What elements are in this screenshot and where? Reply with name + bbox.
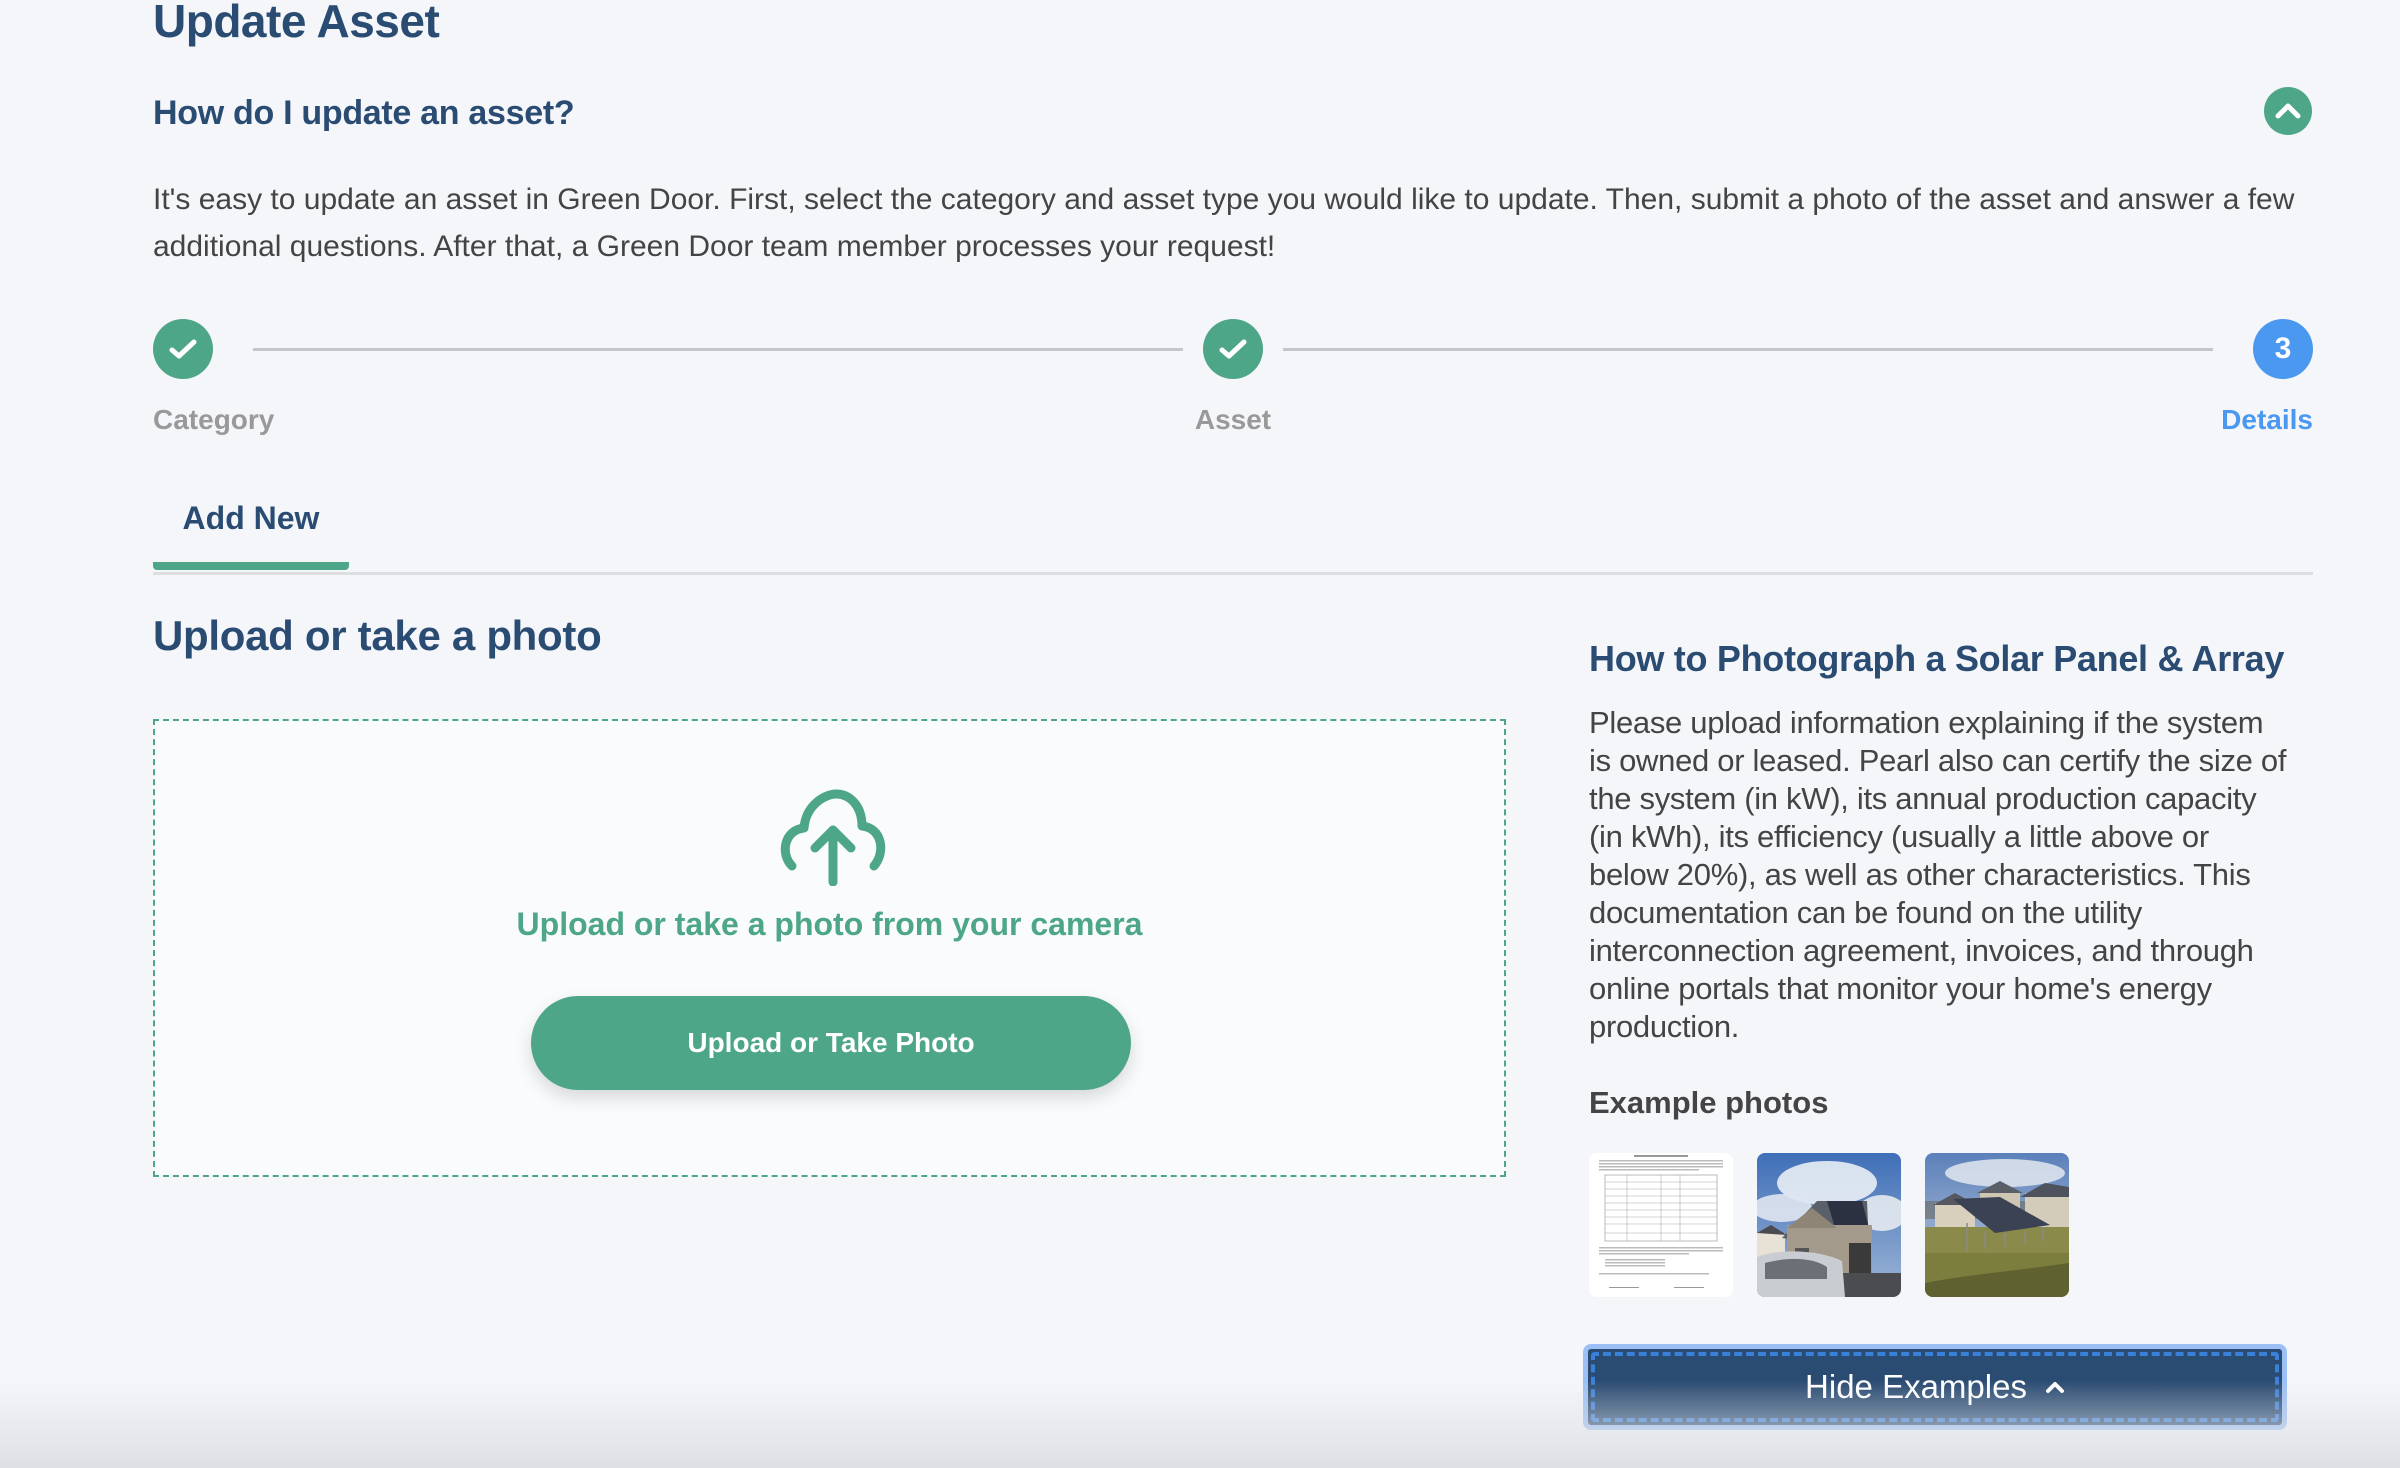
step-asset bbox=[1203, 319, 1263, 379]
tab-add-new[interactable]: Add New bbox=[153, 500, 349, 537]
page-title: Update Asset bbox=[153, 0, 440, 47]
tab-divider bbox=[153, 572, 2313, 575]
examples-title: Example photos bbox=[1589, 1085, 1829, 1120]
hide-examples-label: Hide Examples bbox=[1805, 1368, 2027, 1405]
ground-array-thumbnail bbox=[1925, 1153, 2069, 1297]
chevron-up-icon bbox=[2275, 103, 2301, 119]
upload-photo-button[interactable]: Upload or Take Photo bbox=[531, 996, 1131, 1090]
check-icon bbox=[1219, 339, 1247, 359]
step-label-category: Category bbox=[153, 404, 275, 435]
step-details: 3 bbox=[2253, 319, 2313, 379]
step-label-details: Details bbox=[2221, 404, 2313, 435]
hide-examples-button[interactable]: Hide Examples bbox=[1583, 1344, 2287, 1430]
rooftop-solar-thumbnail bbox=[1757, 1153, 1901, 1297]
cloud-upload-icon bbox=[780, 789, 886, 886]
example-photo-ground-array[interactable] bbox=[1925, 1153, 2069, 1297]
chevron-up-icon bbox=[2045, 1382, 2064, 1393]
help-body: Please upload information explaining if … bbox=[1589, 705, 2287, 1044]
upload-title: Upload or take a photo bbox=[153, 612, 602, 659]
step-label-asset: Asset bbox=[1194, 404, 1272, 435]
tab-active-indicator bbox=[153, 562, 349, 570]
document-thumbnail bbox=[1589, 1153, 1733, 1297]
check-icon bbox=[169, 339, 197, 359]
example-photo-rooftop[interactable] bbox=[1757, 1153, 1901, 1297]
faq-title: How do I update an asset? bbox=[153, 94, 575, 132]
step-connector bbox=[253, 348, 1183, 351]
step-number: 3 bbox=[2274, 332, 2292, 365]
step-category bbox=[153, 319, 213, 379]
step-connector bbox=[1283, 348, 2213, 351]
faq-body: It's easy to update an asset in Green Do… bbox=[153, 183, 2295, 263]
upload-hint: Upload or take a photo from your camera bbox=[516, 906, 1143, 942]
example-photo-document[interactable] bbox=[1589, 1153, 1733, 1297]
faq-collapse-button[interactable] bbox=[2264, 87, 2312, 135]
help-title: How to Photograph a Solar Panel & Array bbox=[1589, 638, 2285, 679]
